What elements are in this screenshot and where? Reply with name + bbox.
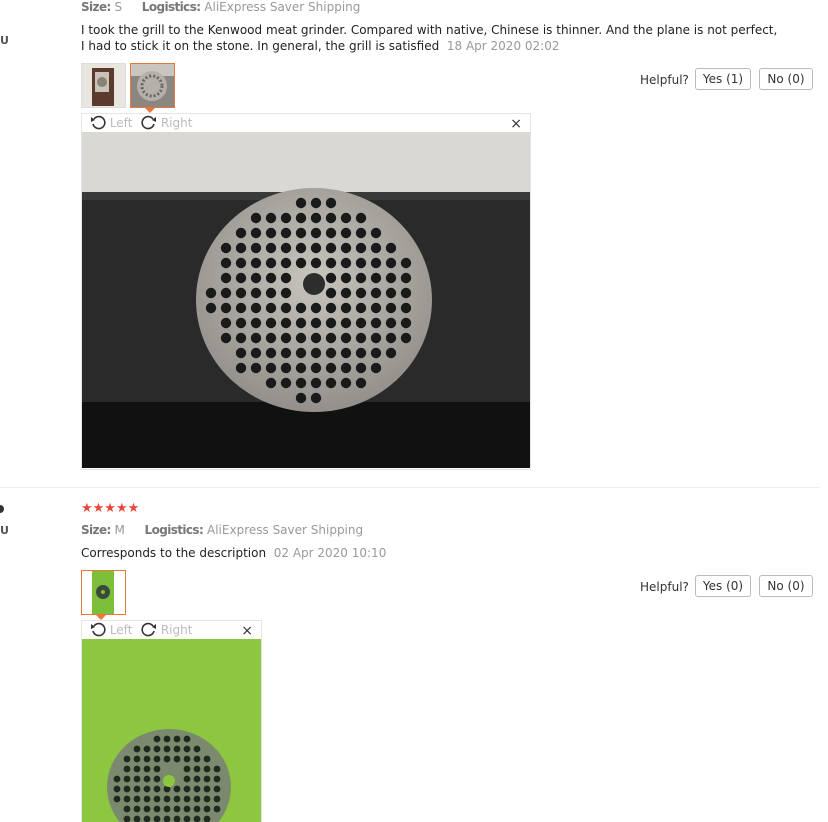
- rotate-left-label: Left: [109, 116, 133, 130]
- rotate-left-icon: [91, 115, 106, 130]
- close-icon[interactable]: ×: [510, 116, 522, 132]
- rotate-right-icon: [141, 115, 156, 130]
- review-text-line: I took the grill to the Kenwood meat gri…: [81, 23, 778, 37]
- size-value: S: [114, 0, 123, 14]
- review-text-line: Corresponds to the description: [81, 546, 267, 560]
- review-photo-thumbnail-selected[interactable]: [130, 63, 175, 108]
- rotate-right-icon: [141, 622, 156, 637]
- rotate-right-label: Right: [160, 623, 193, 637]
- photo-viewer: Left Right ×: [81, 620, 262, 822]
- grinder-photo: [82, 64, 125, 107]
- review-photo-large: [82, 132, 530, 468]
- size-label: Size:: [81, 523, 111, 537]
- photo-viewer: Left Right ×: [81, 113, 531, 470]
- avatar-edge: [0, 505, 4, 513]
- helpful-label: Helpful?: [640, 73, 689, 87]
- helpful-label: Helpful?: [640, 580, 689, 594]
- star-rating: ★★★★★: [81, 501, 140, 516]
- review-text-line: I had to stick it on the stone. In gener…: [81, 39, 440, 53]
- rotate-right-label: Right: [160, 116, 193, 130]
- review-date: 18 Apr 2020 02:02: [446, 39, 560, 53]
- logistics-label: Logistics:: [144, 523, 204, 537]
- reviewer-initial: U: [0, 524, 9, 537]
- review-date: 02 Apr 2020 10:10: [273, 546, 387, 560]
- helpful-yes-button[interactable]: Yes (1): [695, 68, 751, 90]
- size-label: Size:: [81, 0, 111, 14]
- rotate-right-button[interactable]: Right: [141, 621, 192, 637]
- review-photo-thumbnail[interactable]: [81, 63, 126, 108]
- review-divider: [0, 487, 820, 488]
- review-meta: Size: M Logistics: AliExpress Saver Ship…: [81, 523, 363, 537]
- size-value: M: [114, 523, 125, 537]
- helpful-no-button[interactable]: No (0): [759, 575, 813, 597]
- grill-plate-photo: [131, 64, 174, 107]
- rotate-right-button[interactable]: Right: [141, 114, 192, 130]
- rotate-left-icon: [91, 622, 106, 637]
- review-photo-large: [82, 639, 261, 822]
- rotate-left-button[interactable]: Left: [90, 621, 132, 637]
- rotate-left-label: Left: [109, 623, 133, 637]
- viewer-toolbar: Left Right ×: [82, 114, 530, 132]
- grill-plate-photo: [82, 571, 125, 614]
- logistics-value: AliExpress Saver Shipping: [207, 523, 364, 537]
- helpful-yes-button[interactable]: Yes (0): [695, 575, 751, 597]
- review-meta: Size: S Logistics: AliExpress Saver Ship…: [81, 0, 360, 14]
- rotate-left-button[interactable]: Left: [90, 114, 132, 130]
- review-text: Corresponds to the description 02 Apr 20…: [81, 545, 386, 561]
- logistics-label: Logistics:: [141, 0, 201, 14]
- close-icon[interactable]: ×: [241, 623, 253, 639]
- logistics-value: AliExpress Saver Shipping: [204, 0, 361, 14]
- review-text: I took the grill to the Kenwood meat gri…: [81, 22, 781, 54]
- review-photo-thumbnail-selected[interactable]: [81, 570, 126, 615]
- viewer-toolbar: Left Right ×: [82, 621, 261, 639]
- helpful-no-button[interactable]: No (0): [759, 68, 813, 90]
- reviewer-initial: U: [0, 34, 9, 47]
